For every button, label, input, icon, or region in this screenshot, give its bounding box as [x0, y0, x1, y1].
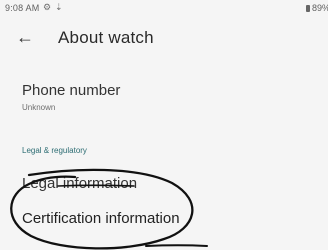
- certification-information-item[interactable]: Certification information: [22, 210, 180, 227]
- battery-icon: [306, 5, 310, 12]
- app-bar: ← About watch: [0, 22, 328, 62]
- about-watch-screen: 9:08 AM ⚙ ⇣ 89% ← About watch Phone numb…: [0, 0, 328, 250]
- phone-number-title[interactable]: Phone number: [22, 82, 120, 99]
- gear-icon: ⚙: [43, 2, 52, 12]
- section-header-legal-regulatory: Legal & regulatory: [22, 146, 87, 155]
- battery-percentage: 89%: [312, 3, 328, 13]
- arrow-left-icon: ←: [16, 27, 34, 47]
- phone-number-value: Unknown: [22, 103, 56, 112]
- back-button[interactable]: ←: [14, 26, 36, 48]
- status-time: 9:08 AM: [5, 3, 40, 13]
- status-bar: 9:08 AM ⚙ ⇣ 89%: [0, 0, 328, 22]
- notification-icon: ⇣: [55, 2, 63, 12]
- page-title: About watch: [58, 28, 154, 47]
- underline-mark: [145, 244, 208, 247]
- legal-information-item[interactable]: Legal information: [22, 175, 137, 192]
